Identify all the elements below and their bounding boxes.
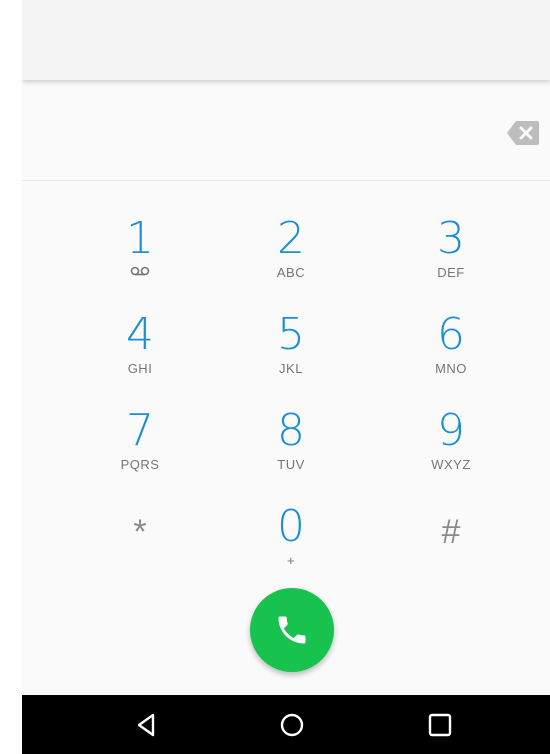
home-button[interactable] <box>272 707 312 743</box>
key-4[interactable]: 4 GHI <box>85 310 195 402</box>
backspace-icon[interactable] <box>506 118 540 148</box>
key-2[interactable]: 2 ABC <box>236 214 346 306</box>
key-6[interactable]: 6 MNO <box>396 310 506 402</box>
key-letters: ABC <box>276 265 306 280</box>
phone-icon <box>278 616 306 644</box>
back-triangle-icon <box>137 713 155 737</box>
key-1[interactable]: 1 <box>85 214 195 306</box>
recents-button[interactable] <box>420 707 460 743</box>
key-digit: 8 <box>277 405 305 456</box>
top-bar <box>22 0 550 80</box>
key-0[interactable]: 0 + <box>236 502 346 594</box>
key-7[interactable]: 7 PQRS <box>85 406 195 498</box>
key-digit: 5 <box>277 309 305 360</box>
navigation-bar <box>22 695 550 754</box>
key-letters: JKL <box>279 361 303 376</box>
key-hash[interactable]: # <box>396 502 506 594</box>
key-3[interactable]: 3 DEF <box>396 214 506 306</box>
back-button[interactable] <box>126 707 166 743</box>
key-letters: WXYZ <box>431 457 471 472</box>
home-circle-icon <box>280 713 304 737</box>
key-symbol: * <box>133 513 147 551</box>
voicemail-icon <box>130 266 150 276</box>
key-letters: GHI <box>127 361 153 376</box>
key-digit: 6 <box>437 309 465 360</box>
key-letters: MNO <box>435 361 467 376</box>
number-row <box>22 84 550 181</box>
key-5[interactable]: 5 JKL <box>236 310 346 402</box>
key-digit: 7 <box>126 405 154 456</box>
dialer-screen: 1 2 ABC 3 DEF 4 GHI 5 JKL 6 MNO 7 PQRS 8… <box>22 0 550 754</box>
key-symbol: # <box>441 513 461 551</box>
recents-square-icon <box>428 713 452 737</box>
key-digit: 2 <box>277 213 305 264</box>
key-digit: 3 <box>437 213 465 264</box>
key-letters: TUV <box>277 457 305 472</box>
number-display[interactable] <box>42 114 482 154</box>
key-digit: 1 <box>126 213 154 264</box>
key-9[interactable]: 9 WXYZ <box>396 406 506 498</box>
key-8[interactable]: 8 TUV <box>236 406 346 498</box>
key-letters: DEF <box>437 265 465 280</box>
key-digit: 9 <box>437 405 465 456</box>
key-digit: 4 <box>126 309 154 360</box>
call-button[interactable] <box>250 588 334 672</box>
key-star[interactable]: * <box>85 502 195 594</box>
key-letters: PQRS <box>120 457 160 472</box>
key-digit: 0 <box>277 501 305 552</box>
key-letters: + <box>286 553 296 568</box>
